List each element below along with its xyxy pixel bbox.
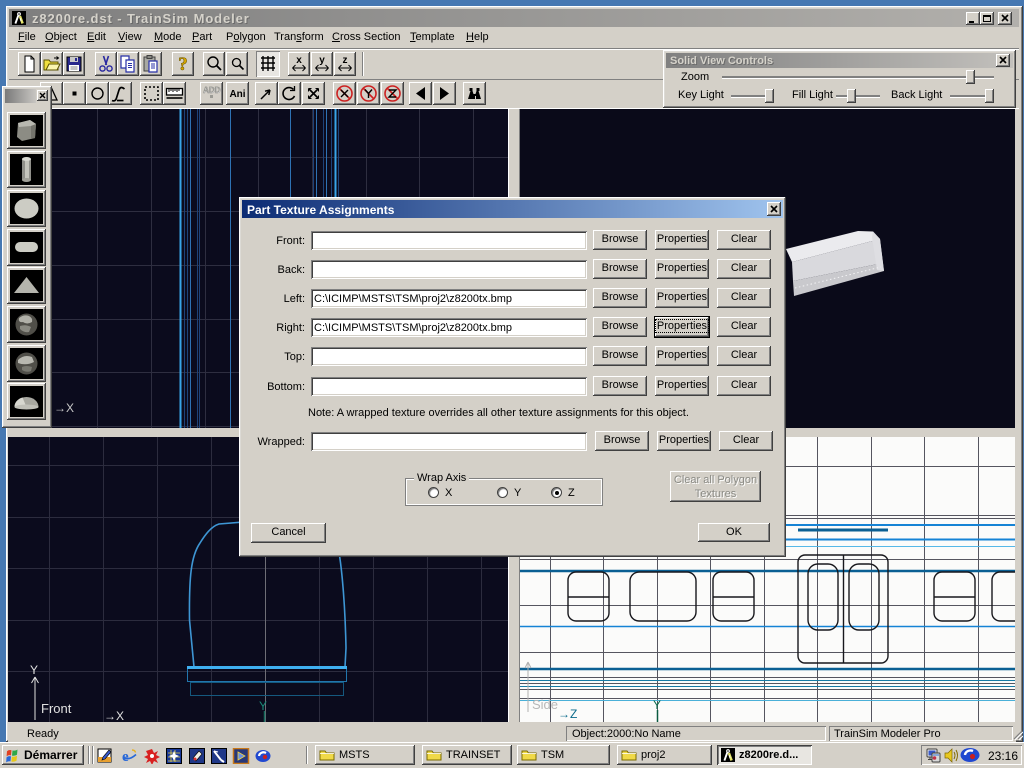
svg-text:Ani: Ani [229, 89, 245, 100]
svg-text:?: ? [178, 54, 188, 75]
svg-text:Y: Y [259, 699, 267, 713]
svg-text:→Z: →Z [558, 707, 577, 721]
svg-text:y: y [319, 55, 325, 66]
svg-text:Front: Front [41, 701, 72, 716]
svg-text:Side: Side [532, 697, 558, 712]
svg-text:e: e [122, 749, 129, 764]
svg-text:Y: Y [30, 663, 38, 677]
svg-text:→X: →X [104, 709, 124, 722]
svg-text:x: x [296, 55, 302, 66]
svg-text:z: z [343, 55, 348, 66]
svg-text:ADD: ADD [203, 86, 221, 95]
svg-text:→X: →X [54, 401, 74, 415]
svg-text:Y: Y [653, 698, 661, 712]
